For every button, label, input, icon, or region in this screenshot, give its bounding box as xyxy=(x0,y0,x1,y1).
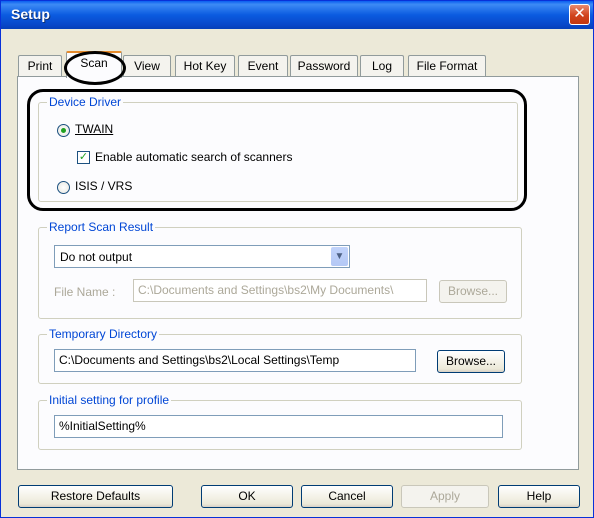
report-scan-result-group: Report Scan Result Do not output ▼ File … xyxy=(38,220,522,319)
report-browse-label: Browse... xyxy=(447,284,498,298)
close-icon: ✕ xyxy=(573,5,586,22)
initial-setting-field[interactable]: %InitialSetting% xyxy=(54,415,503,438)
tab-label: Log xyxy=(371,59,393,73)
annotation-oval-scan-tab xyxy=(64,51,126,85)
report-scan-result-legend: Report Scan Result xyxy=(47,220,156,234)
tab-print[interactable]: Print xyxy=(18,55,62,77)
tab-label: File Format xyxy=(416,59,478,73)
restore-defaults-label: Restore Defaults xyxy=(50,489,141,503)
tab-label: Password xyxy=(297,59,351,73)
title-bar[interactable]: Setup ✕ xyxy=(1,1,593,29)
temp-dir-field[interactable]: C:\Documents and Settings\bs2\Local Sett… xyxy=(54,349,416,372)
window-title: Setup xyxy=(11,6,50,22)
file-name-value: C:\Documents and Settings\bs2\My Documen… xyxy=(138,283,394,297)
tab-event[interactable]: Event xyxy=(238,55,288,77)
temp-browse-label: Browse... xyxy=(445,354,496,368)
file-name-label: File Name : xyxy=(54,285,116,299)
setup-dialog: Setup ✕ Print Scan View Hot Key Event Pa… xyxy=(0,0,594,518)
initial-setting-value: %InitialSetting% xyxy=(59,419,146,433)
tab-log[interactable]: Log xyxy=(360,55,404,77)
tab-view[interactable]: View xyxy=(123,55,171,77)
temporary-directory-group: Temporary Directory C:\Documents and Set… xyxy=(38,327,522,384)
tab-label: Event xyxy=(247,59,279,73)
report-output-value: Do not output xyxy=(60,250,133,264)
temp-browse-button[interactable]: Browse... xyxy=(437,350,505,373)
cancel-label: Cancel xyxy=(328,489,366,503)
help-button[interactable]: Help xyxy=(498,485,580,508)
tab-hot-key[interactable]: Hot Key xyxy=(175,55,235,77)
apply-button[interactable]: Apply xyxy=(401,485,489,508)
tab-label: Hot Key xyxy=(183,59,227,73)
file-name-field[interactable]: C:\Documents and Settings\bs2\My Documen… xyxy=(133,279,427,302)
tab-password[interactable]: Password xyxy=(290,55,358,77)
annotation-oval-device-driver xyxy=(27,89,527,211)
initial-setting-legend: Initial setting for profile xyxy=(47,393,172,407)
ok-button[interactable]: OK xyxy=(201,485,293,508)
chevron-down-icon[interactable]: ▼ xyxy=(331,247,348,266)
report-browse-button[interactable]: Browse... xyxy=(439,280,507,303)
ok-label: OK xyxy=(238,489,256,503)
tab-file-format[interactable]: File Format xyxy=(408,55,486,77)
cancel-button[interactable]: Cancel xyxy=(301,485,393,508)
report-output-select[interactable]: Do not output ▼ xyxy=(54,245,350,268)
restore-defaults-button[interactable]: Restore Defaults xyxy=(18,485,173,508)
help-label: Help xyxy=(526,489,552,503)
close-button[interactable]: ✕ xyxy=(569,4,590,25)
tab-label: Print xyxy=(27,59,53,73)
tab-label: View xyxy=(134,59,160,73)
initial-setting-group: Initial setting for profile %InitialSett… xyxy=(38,393,522,450)
apply-label: Apply xyxy=(429,489,461,503)
temp-dir-value: C:\Documents and Settings\bs2\Local Sett… xyxy=(59,353,340,367)
temporary-directory-legend: Temporary Directory xyxy=(47,327,160,341)
